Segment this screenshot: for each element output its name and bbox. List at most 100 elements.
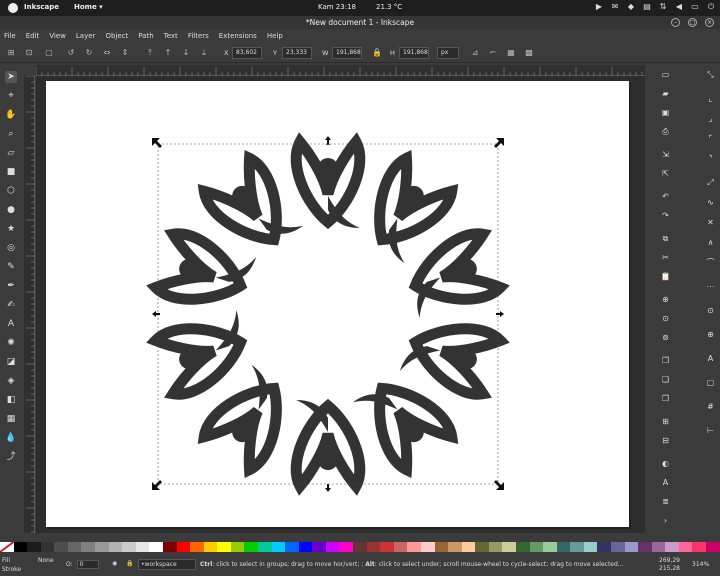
layers-icon[interactable]: ≣ [660,496,671,507]
menu-filters[interactable]: Filters [188,29,209,43]
print-icon[interactable]: ⎙ [660,126,671,137]
menu-file[interactable]: File [4,29,16,43]
scale-handle-n[interactable] [325,136,331,145]
close-button[interactable]: × [705,18,714,27]
lower-icon[interactable]: ↓ [181,48,191,58]
palette-swatch[interactable] [176,542,191,552]
menu-layer[interactable]: Layer [76,29,96,43]
palette-swatch[interactable] [67,542,82,552]
opacity-control[interactable]: O: 0 [66,560,99,569]
flip-horizontal-icon[interactable]: ⇔ [102,48,112,58]
snap-intersections-icon[interactable]: ✕ [705,217,716,228]
lower-to-bottom-icon[interactable]: ⤓ [199,48,209,58]
menu-edit[interactable]: Edit [26,29,40,43]
palette-swatch[interactable] [13,542,28,552]
palette-swatch[interactable] [95,542,109,552]
snap-rotation-center-icon[interactable]: ⊕ [705,329,716,340]
palette-swatch[interactable] [271,542,286,552]
palette-swatch[interactable] [583,542,598,552]
volume-icon[interactable]: ◀ [674,2,684,12]
mail-icon[interactable]: ✉ [610,2,620,12]
palette-swatch[interactable] [54,542,68,552]
palette-swatch[interactable] [665,542,679,552]
palette-swatch[interactable] [81,542,96,552]
unit-select[interactable]: px [437,47,459,59]
palette-swatch[interactable] [135,542,150,552]
clone-icon[interactable]: ❑ [660,374,671,385]
export-icon[interactable]: ⇱ [660,168,671,179]
snap-centers-icon[interactable]: ⊙ [705,305,716,316]
palette-swatch[interactable] [149,542,163,552]
redo-icon[interactable]: ↷ [660,210,671,221]
fill-stroke-values[interactable]: None [38,556,54,565]
stroke-value[interactable]: None [38,556,54,565]
palette-swatch[interactable] [611,542,625,552]
snap-guide-icon[interactable]: ⊢ [705,425,716,436]
snap-bbox-edges-icon[interactable]: ⌟ [705,113,716,124]
palette-swatch[interactable] [678,542,693,552]
celtic-ornament-shape[interactable] [146,132,510,496]
snap-page-border-icon[interactable]: ▢ [705,377,716,388]
palette-swatch[interactable] [434,542,449,552]
canvas[interactable] [36,76,645,533]
palette-swatch[interactable] [638,542,652,552]
x-field[interactable]: 83,602 [232,47,262,59]
palette-swatch[interactable] [162,542,177,552]
scale-handle-sw[interactable] [152,480,162,490]
app-menu[interactable]: Inkscape [24,3,59,11]
open-icon[interactable]: ▰ [660,88,671,99]
width-field[interactable]: 191,868 [332,47,362,59]
home-menu[interactable]: Home ▾ [74,3,103,11]
eye-icon[interactable]: ◉ [112,560,117,567]
palette-swatch[interactable] [285,542,299,552]
scale-handle-w[interactable] [152,311,160,317]
text-tool-icon[interactable]: A [5,318,17,330]
paste-icon[interactable]: 📋 [660,271,671,282]
text-font-icon[interactable]: A [660,477,671,488]
palette-swatch[interactable] [339,542,354,552]
cut-icon[interactable]: ✂ [660,252,671,263]
scale-handle-s[interactable] [325,484,331,492]
palette-swatch[interactable] [353,542,367,552]
palette-swatch[interactable] [515,542,530,552]
deselect-icon[interactable]: ▢ [44,48,54,58]
palette-swatch[interactable] [407,542,421,552]
menu-help[interactable]: Help [267,29,283,43]
drawing[interactable] [46,81,629,527]
new-document-icon[interactable]: ▭ [660,69,671,80]
palette-swatch[interactable] [475,542,489,552]
zoom-selection-icon[interactable]: ⊕ [660,294,671,305]
mesh-tool-icon[interactable]: ▦ [5,413,17,425]
no-paint-swatch[interactable] [0,541,15,553]
palette-swatch[interactable] [312,542,326,552]
scale-stroke-icon[interactable]: ⊿ [470,48,480,58]
palette-swatch[interactable] [244,542,258,552]
spiral-tool-icon[interactable]: ◎ [5,242,17,254]
vertical-ruler[interactable] [24,75,35,533]
palette-swatch[interactable] [108,542,123,552]
import-icon[interactable]: ⇲ [660,149,671,160]
palette-swatch[interactable] [488,542,503,552]
palette-swatch[interactable] [230,542,245,552]
tweak-tool-icon[interactable]: ✋ [5,109,17,121]
palette-swatch[interactable] [692,542,707,552]
battery-icon[interactable]: ▭ [690,2,700,12]
minimize-button[interactable]: – [671,18,680,27]
clock[interactable]: Kam 23:18 [318,3,356,11]
unlink-clone-icon[interactable]: ❒ [660,393,671,404]
palette-swatch[interactable] [502,542,516,552]
palette-swatch[interactable] [203,542,218,552]
connector-tool-icon[interactable]: ⤴ [5,451,17,463]
palette-swatch[interactable] [570,542,584,552]
zoom-drawing-icon[interactable]: ⊙ [660,313,671,324]
rectangle-tool-icon[interactable]: ■ [5,166,17,178]
group-icon[interactable]: ⊞ [660,416,671,427]
scale-handle-ne[interactable] [494,138,504,148]
snap-grid-icon[interactable]: # [705,401,716,412]
snap-text-baseline-icon[interactable]: A [705,353,716,364]
palette-swatch[interactable] [122,542,136,552]
palette-swatch[interactable] [420,542,435,552]
palette-swatch[interactable] [380,542,394,552]
snap-nodes-icon[interactable]: ⤢ [705,177,716,188]
ellipse-tool-icon[interactable]: ● [5,204,17,216]
